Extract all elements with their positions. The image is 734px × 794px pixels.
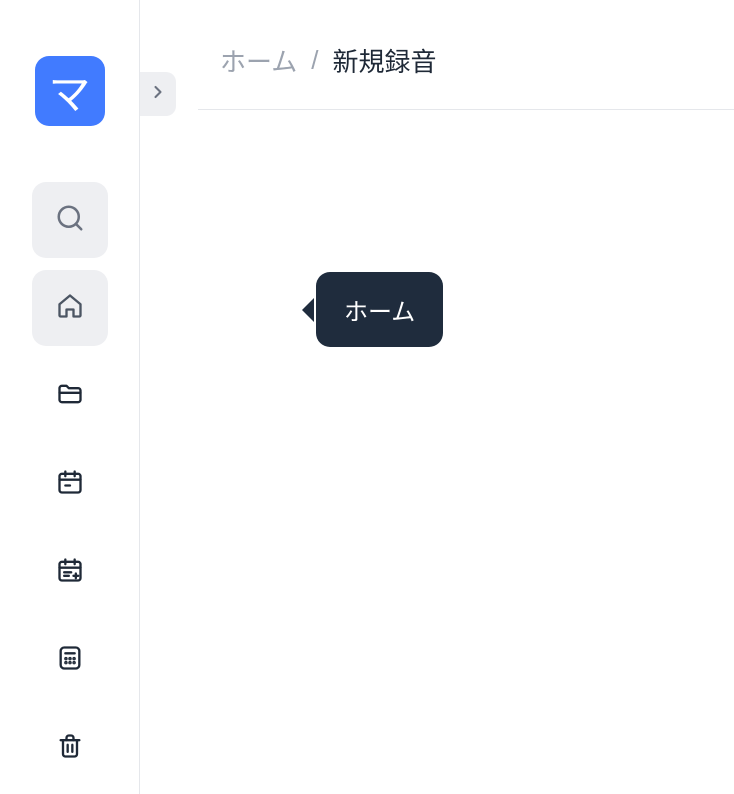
app-logo[interactable]: マ (35, 56, 105, 126)
tooltip-home: ホーム (316, 272, 443, 347)
expand-sidebar-button[interactable] (140, 72, 176, 116)
calendar-icon (56, 468, 84, 501)
trash-icon (56, 732, 84, 765)
sidebar-item-search[interactable] (32, 182, 108, 258)
chevron-right-icon (148, 82, 168, 107)
home-icon (56, 292, 84, 325)
header-divider (198, 109, 734, 110)
folder-icon (56, 380, 84, 413)
sidebar-item-folder[interactable] (32, 358, 108, 434)
sidebar-item-calendar[interactable] (32, 446, 108, 522)
breadcrumb-home[interactable]: ホーム (220, 42, 297, 79)
sidebar-item-trash[interactable] (32, 710, 108, 786)
breadcrumb-separator: / (311, 45, 318, 76)
sidebar-item-home[interactable] (32, 270, 108, 346)
calculator-icon (56, 644, 84, 677)
breadcrumb-current: 新規録音 (332, 42, 436, 79)
breadcrumb: ホーム / 新規録音 (140, 0, 734, 79)
schedule-add-icon (56, 556, 84, 589)
main-content: ホーム / 新規録音 ホーム (140, 0, 734, 794)
tooltip-label: ホーム (344, 299, 415, 326)
app-root: マ (0, 0, 734, 794)
app-logo-label: マ (48, 61, 90, 122)
sidebar-item-schedule-add[interactable] (32, 534, 108, 610)
sidebar: マ (0, 0, 140, 794)
search-icon (55, 203, 85, 238)
sidebar-item-calculator[interactable] (32, 622, 108, 698)
